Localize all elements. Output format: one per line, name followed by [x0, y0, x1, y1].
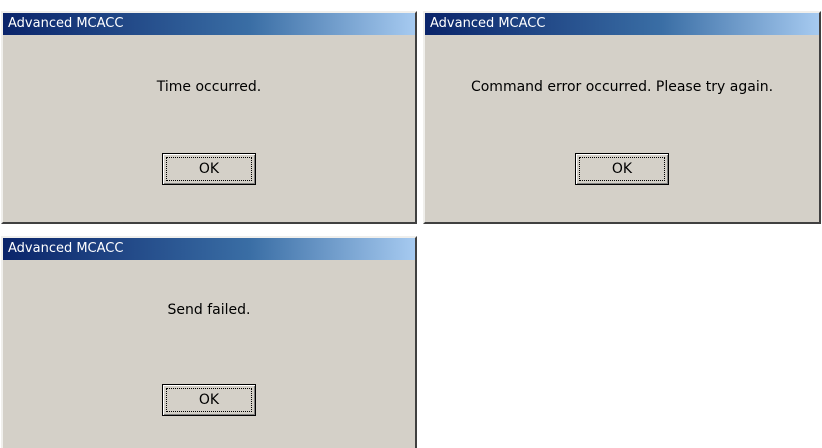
send-failed-dialog: Advanced MCACC Send failed. OK — [1, 236, 417, 448]
ok-button[interactable]: OK — [162, 384, 256, 416]
dialog-titlebar[interactable]: Advanced MCACC — [425, 13, 819, 35]
ok-button-label: OK — [166, 157, 252, 181]
ok-button-label: OK — [579, 157, 665, 181]
dialog-titlebar[interactable]: Advanced MCACC — [3, 13, 415, 35]
dialog-titlebar[interactable]: Advanced MCACC — [3, 238, 415, 260]
dialog-message: Send failed. — [167, 302, 251, 318]
ok-button-label: OK — [166, 388, 252, 412]
command-error-dialog: Advanced MCACC Command error occurred. P… — [423, 11, 821, 224]
dialog-message: Time occurred. — [156, 79, 262, 95]
dialog-message: Command error occurred. Please try again… — [470, 79, 774, 95]
ok-button[interactable]: OK — [162, 153, 256, 185]
timeout-dialog: Advanced MCACC Time occurred. OK — [1, 11, 417, 224]
ok-button[interactable]: OK — [575, 153, 669, 185]
